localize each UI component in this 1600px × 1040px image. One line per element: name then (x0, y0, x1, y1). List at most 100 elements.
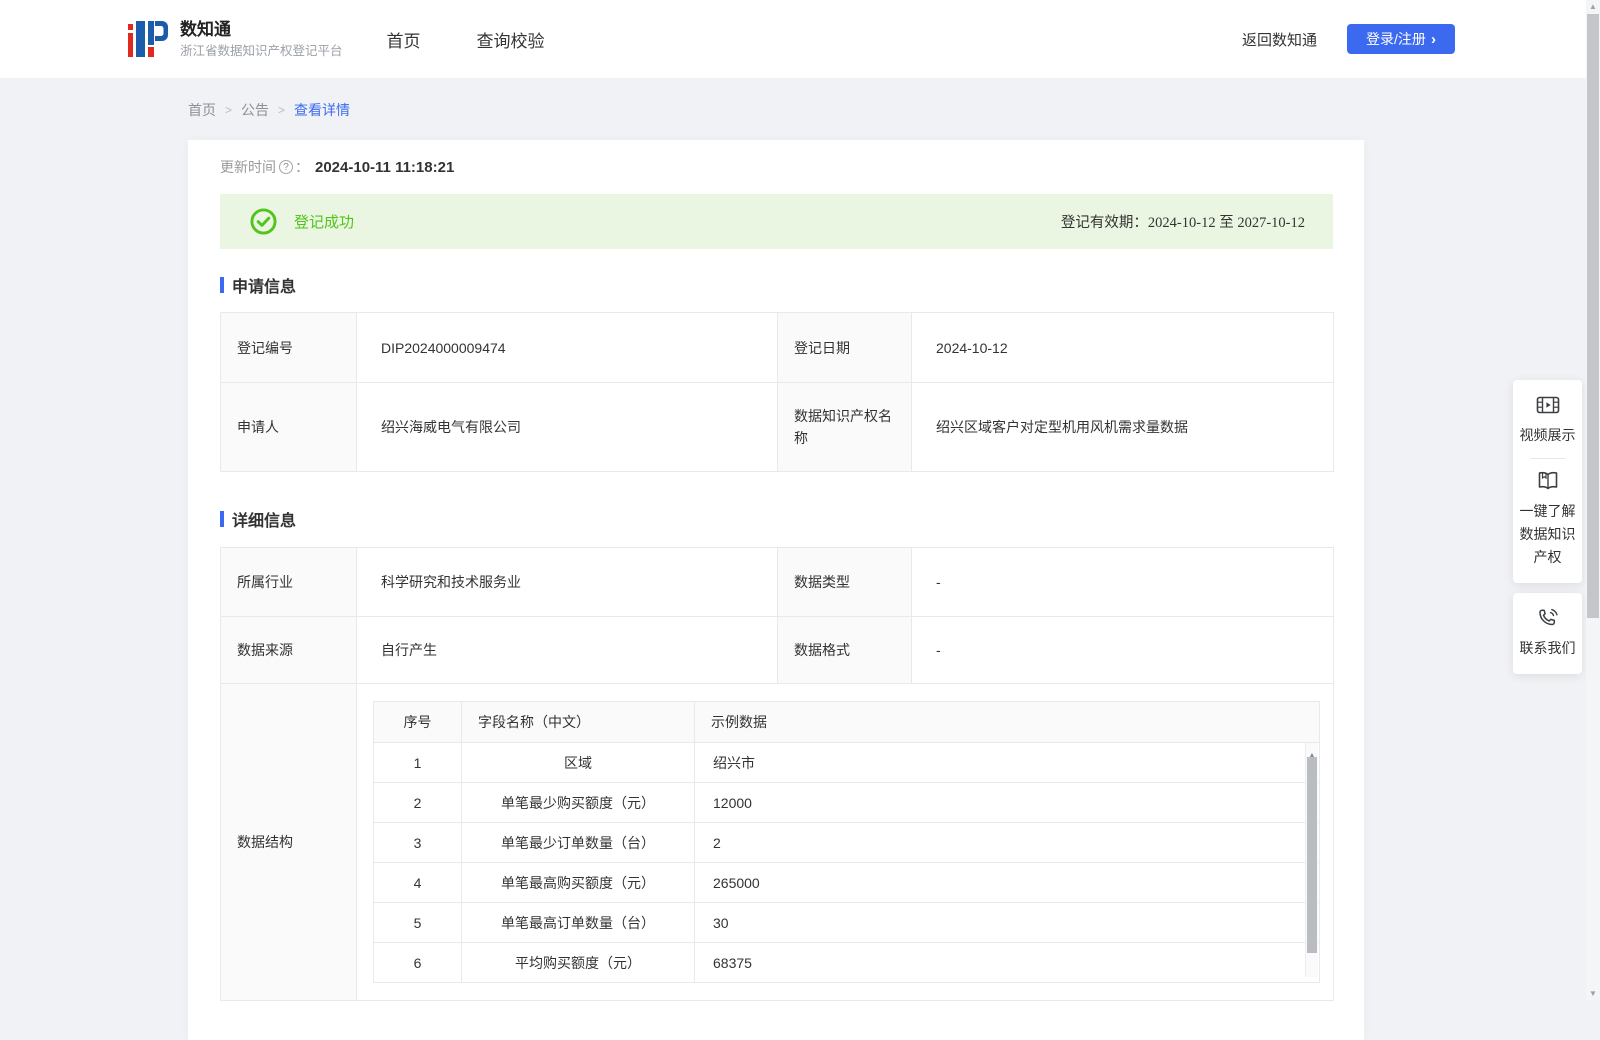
book-icon (1538, 471, 1557, 490)
application-info-table: 登记编号 DIP2024000009474 登记日期 2024-10-12 申请… (220, 312, 1334, 472)
page-scrollbar-thumb[interactable] (1587, 14, 1599, 618)
row-field: 单笔最高购买额度（元） (461, 862, 695, 903)
nav-query-verify[interactable]: 查询校验 (477, 27, 545, 52)
table-row: 数据结构 序号 字段名称（中文） 示例数据 1 区域 绍兴市 2 单笔最少购买额… (220, 683, 1334, 1001)
top-header: 数知通 浙江省数据知识产权登记平台 首页 查询校验 返回数知通 登录/注册 › (0, 0, 1600, 78)
row-sample: 68375 (694, 942, 1320, 983)
validity-value: 2024-10-12 至 2027-10-12 (1147, 215, 1305, 231)
chevron-right-icon: › (1430, 30, 1436, 48)
row-sample: 265000 (694, 862, 1320, 903)
reg-date-label: 登记日期 (777, 312, 912, 383)
breadcrumb-separator: > (278, 103, 286, 117)
table-row: 数据来源 自行产生 数据格式 - (220, 616, 1334, 684)
nav-home[interactable]: 首页 (387, 27, 421, 52)
inner-table-scrollbar[interactable]: ▲ (1305, 743, 1318, 977)
update-time-row: 更新时间 ? ： 2024-10-11 11:18:21 (220, 157, 454, 177)
brand-subtitle: 浙江省数据知识产权登记平台 (180, 43, 343, 58)
breadcrumb: 首页 > 公告 > 查看详情 (188, 100, 350, 120)
col-no: 序号 (373, 701, 462, 743)
learn-data-ip-button[interactable]: 一键了解数据知识产权 (1519, 470, 1576, 569)
login-register-button[interactable]: 登录/注册 › (1347, 24, 1455, 54)
row-field: 区域 (461, 742, 695, 783)
data-format-value: - (911, 616, 1334, 684)
breadcrumb-separator: > (225, 103, 233, 117)
update-time-colon: ： (295, 159, 309, 175)
data-structure-cell: 序号 字段名称（中文） 示例数据 1 区域 绍兴市 2 单笔最少购买额度（元） … (356, 683, 1334, 1001)
table-row: 4 单笔最高购买额度（元） 265000 (373, 862, 1320, 903)
table-header-row: 序号 字段名称（中文） 示例数据 (373, 701, 1320, 743)
data-type-label: 数据类型 (777, 547, 912, 617)
section-detail-title: 详细信息 (232, 513, 297, 530)
row-no: 6 (373, 942, 462, 983)
row-no: 1 (373, 742, 462, 783)
update-time-label: 更新时间 (220, 159, 276, 175)
contact-us-label: 联系我们 (1519, 640, 1576, 656)
row-no: 5 (373, 902, 462, 943)
validity-period: 登记有效期：2024-10-12 至 2027-10-12 (1061, 211, 1305, 232)
table-row: 5 单笔最高订单数量（台） 30 (373, 902, 1320, 943)
login-register-label: 登录/注册 (1366, 31, 1426, 47)
page-scrollbar[interactable]: ▲ ▼ (1586, 0, 1600, 1000)
table-row: 所属行业 科学研究和技术服务业 数据类型 - (220, 547, 1334, 617)
phone-icon (1538, 608, 1558, 626)
row-no: 2 (373, 782, 462, 823)
back-to-shuzhitong-link[interactable]: 返回数知通 (1242, 29, 1317, 50)
floating-help-panel: 视频展示 一键了解数据知识产权 (1513, 380, 1582, 583)
detail-card: 更新时间 ? ： 2024-10-11 11:18:21 登记成功 登记有效期：… (188, 140, 1364, 1040)
table-row: 3 单笔最少订单数量（台） 2 (373, 822, 1320, 863)
section-detail-info: 详细信息 (220, 507, 296, 531)
row-field: 单笔最高订单数量（台） (461, 902, 695, 943)
row-field: 单笔最少购买额度（元） (461, 782, 695, 823)
brand-logo-icon (128, 21, 168, 57)
dip-name-label: 数据知识产权名称 (777, 382, 912, 472)
brand-title: 数知通 (180, 19, 231, 39)
data-structure-table: 序号 字段名称（中文） 示例数据 1 区域 绍兴市 2 单笔最少购买额度（元） … (373, 701, 1320, 983)
success-check-icon (250, 208, 277, 235)
data-structure-table-wrap: 序号 字段名称（中文） 示例数据 1 区域 绍兴市 2 单笔最少购买额度（元） … (373, 701, 1320, 983)
scrollbar-up-arrow-icon[interactable]: ▲ (1586, 2, 1600, 11)
section-accent-bar (220, 511, 224, 527)
section-application-title: 申请信息 (232, 279, 297, 296)
data-source-label: 数据来源 (220, 616, 357, 684)
row-sample: 绍兴市 (694, 742, 1320, 783)
table-row: 登记编号 DIP2024000009474 登记日期 2024-10-12 (220, 312, 1334, 383)
table-row: 2 单笔最少购买额度（元） 12000 (373, 782, 1320, 823)
help-icon[interactable]: ? (279, 160, 293, 174)
inner-scrollbar-thumb[interactable] (1307, 757, 1317, 953)
section-application-info: 申请信息 (220, 273, 296, 297)
video-demo-button[interactable]: 视频展示 (1519, 394, 1576, 447)
data-source-value: 自行产生 (356, 616, 778, 684)
scrollbar-down-arrow-icon[interactable]: ▼ (1586, 989, 1600, 998)
registration-success-banner: 登记成功 登记有效期：2024-10-12 至 2027-10-12 (220, 194, 1333, 249)
col-field-name: 字段名称（中文） (461, 701, 695, 743)
reg-no-value: DIP2024000009474 (356, 312, 778, 383)
row-sample: 12000 (694, 782, 1320, 823)
main-nav: 首页 查询校验 (387, 27, 545, 52)
contact-us-button[interactable]: 联系我们 (1513, 593, 1582, 674)
breadcrumb-home[interactable]: 首页 (188, 100, 216, 120)
video-demo-label: 视频展示 (1519, 427, 1576, 443)
divider (1530, 458, 1565, 459)
row-sample: 30 (694, 902, 1320, 943)
row-no: 4 (373, 862, 462, 903)
industry-value: 科学研究和技术服务业 (356, 547, 778, 617)
row-sample: 2 (694, 822, 1320, 863)
dip-name-value: 绍兴区域客户对定型机用风机需求量数据 (911, 382, 1334, 472)
row-field: 平均购买额度（元） (461, 942, 695, 983)
table-row: 1 区域 绍兴市 (373, 742, 1320, 783)
video-icon (1536, 396, 1559, 414)
industry-label: 所属行业 (220, 547, 357, 617)
data-format-label: 数据格式 (777, 616, 912, 684)
breadcrumb-announcement[interactable]: 公告 (241, 100, 269, 120)
detail-info-table: 所属行业 科学研究和技术服务业 数据类型 - 数据来源 自行产生 数据格式 - … (220, 547, 1334, 1001)
brand[interactable]: 数知通 浙江省数据知识产权登记平台 (128, 16, 343, 62)
header-right: 返回数知通 登录/注册 › (1242, 24, 1455, 54)
reg-no-label: 登记编号 (220, 312, 357, 383)
validity-label: 登记有效期： (1060, 215, 1148, 231)
row-field: 单笔最少订单数量（台） (461, 822, 695, 863)
section-accent-bar (220, 277, 224, 293)
learn-data-ip-label: 一键了解数据知识产权 (1519, 503, 1576, 565)
table-row: 申请人 绍兴海威电气有限公司 数据知识产权名称 绍兴区域客户对定型机用风机需求量… (220, 382, 1334, 472)
status-text: 登记成功 (294, 214, 355, 231)
page: 数知通 浙江省数据知识产权登记平台 首页 查询校验 返回数知通 登录/注册 › … (0, 0, 1600, 1040)
